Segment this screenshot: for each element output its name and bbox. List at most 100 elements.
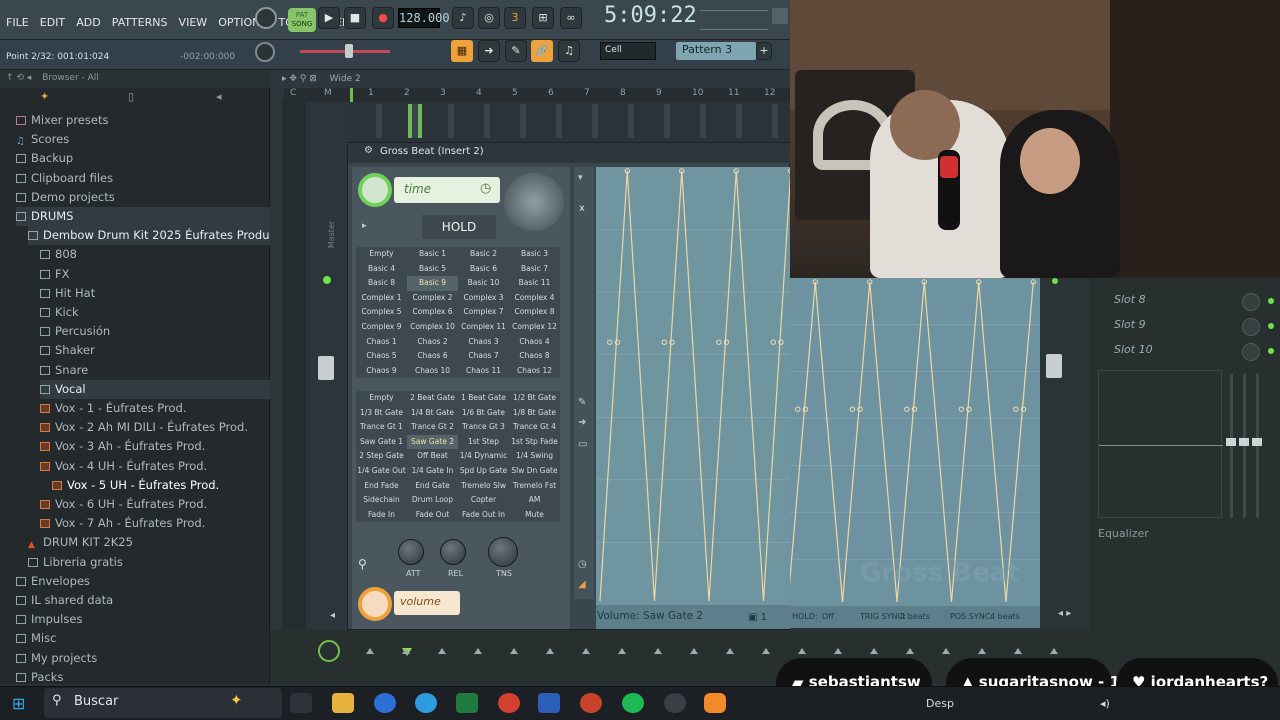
time-preset-button[interactable]: Basic 7 [509, 262, 560, 277]
slot-9-led[interactable] [1268, 323, 1274, 329]
time-preset-button[interactable]: Complex 8 [509, 305, 560, 320]
time-preset-button[interactable]: Complex 2 [407, 291, 458, 306]
plugin-gear-icon[interactable]: ⚙ [364, 145, 373, 156]
pattern-selector[interactable]: Pattern 3 [676, 42, 756, 60]
chrome-icon[interactable] [498, 693, 520, 713]
slot-9-mix-knob[interactable] [1242, 318, 1260, 336]
pos-sync-value[interactable]: 4 beats [990, 612, 1020, 621]
volume-preset-button[interactable]: Fade In [356, 508, 407, 523]
browser-item[interactable]: Demo projects [16, 188, 270, 207]
step-marker[interactable] [942, 648, 950, 654]
browser-speaker-icon[interactable]: ◂ [216, 90, 222, 103]
slot-10-led[interactable] [1268, 348, 1274, 354]
browser-item[interactable]: Vox - 6 UH - Éufrates Prod. [40, 495, 270, 514]
play-button[interactable]: ▶ [318, 7, 340, 29]
piano-roll-icon[interactable]: ▦ [451, 40, 473, 62]
volume-preset-button[interactable]: Fade Out [407, 508, 458, 523]
step-marker[interactable] [1050, 648, 1058, 654]
step-marker[interactable] [726, 648, 734, 654]
att-knob[interactable] [398, 539, 424, 565]
time-preset-button[interactable]: Chaos 9 [356, 364, 407, 379]
window-icon[interactable] [772, 8, 788, 24]
step-marker[interactable] [510, 648, 518, 654]
browser-item[interactable]: My projects [16, 649, 270, 668]
volume-preset-button[interactable]: 1/8 Bt Gate [509, 406, 560, 421]
time-preset-button[interactable]: Complex 6 [407, 305, 458, 320]
volume-preset-button[interactable]: 1/4 Swing [509, 449, 560, 464]
stop-button[interactable]: ■ [344, 7, 366, 29]
volume-preset-button[interactable]: 2 Step Gate [356, 449, 407, 464]
insert-fader[interactable] [1046, 354, 1062, 378]
hold-button[interactable]: HOLD [422, 215, 496, 239]
spotify-icon[interactable] [622, 693, 644, 713]
volume-preset-button[interactable]: Tremelo Fst [509, 479, 560, 494]
time-preset-button[interactable]: Complex 9 [356, 320, 407, 335]
browser-item[interactable]: Misc [16, 629, 270, 648]
time-preset-button[interactable]: Basic 5 [407, 262, 458, 277]
volume-preset-button[interactable]: 1/6 Bt Gate [458, 406, 509, 421]
time-preset-button[interactable]: Chaos 8 [509, 349, 560, 364]
step-marker[interactable] [654, 648, 662, 654]
volume-preset-button[interactable]: 1/4 Dynamic [458, 449, 509, 464]
browser-snap-icon[interactable]: ✦ [40, 90, 49, 103]
volume-preset-button[interactable]: Saw Gate 1 [356, 435, 407, 450]
select-tool-icon[interactable]: ▭ [578, 439, 587, 450]
volume-preset-button[interactable]: End Gate [407, 479, 458, 494]
speaker-icon[interactable]: ◂) [1100, 697, 1110, 710]
time-preset-button[interactable]: Complex 5 [356, 305, 407, 320]
slot-10-mix-knob[interactable] [1242, 343, 1260, 361]
step-marker[interactable] [834, 648, 842, 654]
volume-preset-button[interactable]: Sidechain [356, 493, 407, 508]
xy-pad[interactable] [504, 173, 564, 231]
link-icon[interactable]: 🔗 [531, 40, 553, 62]
browser-item[interactable]: Vocal [40, 379, 270, 399]
arrow-icon[interactable]: ➜ [478, 40, 500, 62]
browser-item[interactable]: Backup [16, 149, 270, 168]
browser-item[interactable]: ♫ Scores [16, 130, 270, 149]
outlook-icon[interactable] [374, 693, 396, 713]
tempo-display[interactable]: 128.000 [398, 8, 450, 28]
time-preset-button[interactable]: Basic 11 [509, 276, 560, 291]
volume-preset-button[interactable]: Empty [356, 391, 407, 406]
browser-item[interactable]: FX [40, 265, 270, 284]
time-preset-button[interactable]: Basic 2 [458, 247, 509, 262]
footer-nav-icons[interactable]: ▣ 1 [748, 612, 767, 623]
time-preset-button[interactable]: Complex 12 [509, 320, 560, 335]
loop-record-icon[interactable]: ∞ [560, 7, 582, 29]
gross-beat-titlebar[interactable]: ⚙ Gross Beat (Insert 2) [348, 143, 791, 163]
browser-item[interactable]: ▲ DRUM KIT 2K25 [28, 533, 270, 552]
browser-item[interactable]: IL shared data [16, 591, 270, 610]
pat-song-toggle[interactable]: PAT SONG [288, 8, 316, 32]
playlist-lane[interactable] [772, 104, 778, 138]
menu-edit[interactable]: EDIT [40, 16, 65, 29]
trig-sync-value[interactable]: 4 beats [900, 612, 930, 621]
time-preset-button[interactable]: Empty [356, 247, 407, 262]
browser-item[interactable]: DRUMS [16, 207, 270, 226]
close-envelope-icon[interactable]: x [579, 203, 585, 214]
time-preset-button[interactable]: Complex 11 [458, 320, 509, 335]
obs-icon[interactable] [664, 693, 686, 713]
volume-preset-button[interactable]: Trance Gt 4 [509, 420, 560, 435]
playlist-lane[interactable] [628, 104, 634, 138]
browser-item[interactable]: Dembow Drum Kit 2025 Éufrates Produce [28, 226, 283, 246]
playlist-lane[interactable] [448, 104, 454, 138]
insert-led[interactable] [1052, 278, 1058, 284]
step-marker[interactable] [366, 648, 374, 654]
volume-preset-button[interactable]: Trance Gt 2 [407, 420, 458, 435]
browser-item[interactable]: Percusión [40, 322, 270, 341]
timeline-ruler[interactable]: C M 1 2 3 4 5 6 7 8 9 10 11 12 [284, 88, 790, 102]
time-preset-button[interactable]: Basic 10 [458, 276, 509, 291]
time-preset-button[interactable]: Complex 3 [458, 291, 509, 306]
volume-envelope-icon[interactable]: ◢ [578, 579, 586, 590]
windows-start-icon[interactable]: ⊞ [12, 694, 25, 713]
volume-preset-button[interactable]: 1/4 Gate Out [356, 464, 407, 479]
metronome-icon[interactable]: ♪ [452, 7, 474, 29]
browser-item[interactable]: Vox - 5 UH - Éufrates Prod. [52, 476, 270, 495]
menu-add[interactable]: ADD [76, 16, 100, 29]
browser-item[interactable]: Clipboard files [16, 169, 270, 188]
master-pitch-knob[interactable] [255, 42, 275, 62]
time-preset-button[interactable]: Basic 3 [509, 247, 560, 262]
browser-nav-icons[interactable]: ↑ ⟲ ◂ [6, 73, 31, 83]
step-marker[interactable] [546, 648, 554, 654]
volume-preset-button[interactable]: Off Beat [407, 449, 458, 464]
